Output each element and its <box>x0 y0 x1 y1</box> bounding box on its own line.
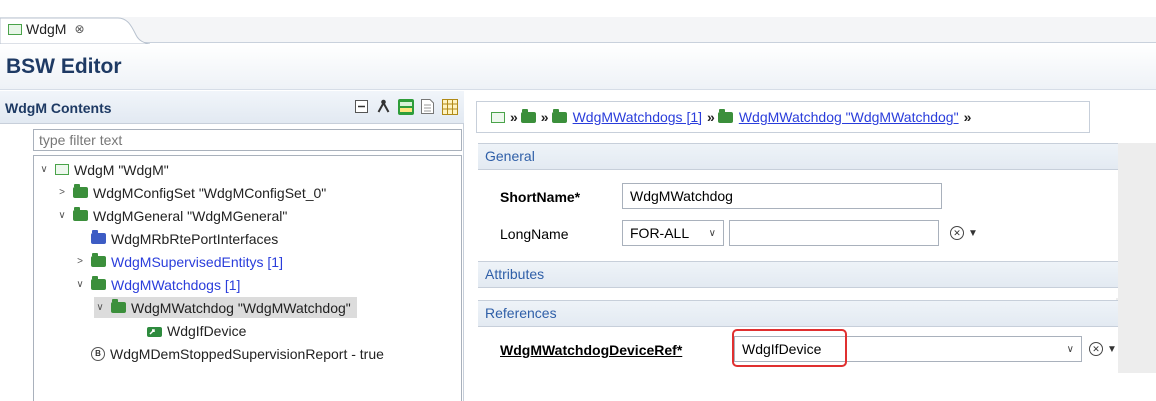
folder-icon <box>91 253 106 267</box>
breadcrumb-separator: » <box>540 109 549 125</box>
expand-icon[interactable]: ∨ <box>94 302 106 313</box>
folder-icon <box>551 108 567 123</box>
dropdown-arrow-icon[interactable]: ▼ <box>968 228 978 239</box>
reference-icon <box>147 326 162 337</box>
tree-item-wdgm[interactable]: ∨ WdgM "WdgM" <box>38 159 169 180</box>
general-section: General ShortName* WdgMWatchdog LongName… <box>478 143 1118 261</box>
dropdown-arrow-icon[interactable]: ▼ <box>1107 344 1117 355</box>
module-icon[interactable] <box>491 111 505 123</box>
references-section-header[interactable]: References <box>478 301 1118 327</box>
tree-item-label: WdgMWatchdog "WdgMWatchdog" <box>131 299 351 316</box>
longname-language-value: FOR-ALL <box>630 225 690 241</box>
fit-width-icon[interactable] <box>441 98 458 115</box>
shortname-label: ShortName* <box>500 189 581 205</box>
breadcrumb-separator: » <box>510 109 518 125</box>
expand-icon[interactable]: > <box>74 256 86 267</box>
reset-icon[interactable]: ✕ <box>950 226 964 240</box>
longname-reset-control[interactable]: ✕ ▼ <box>950 226 978 240</box>
tree-item-label: WdgIfDevice <box>167 322 247 339</box>
expand-icon[interactable]: ∨ <box>74 279 86 290</box>
expand-icon[interactable]: ∨ <box>56 210 68 221</box>
expand-icon[interactable]: > <box>56 187 68 198</box>
longname-field[interactable] <box>729 220 939 246</box>
tree-item-label: WdgMDemStoppedSupervisionReport - true <box>110 345 384 362</box>
contents-header: WdgM Contents <box>0 91 464 124</box>
tree-item-label: WdgMWatchdogs [1] <box>111 276 241 293</box>
tree-item-label: WdgM "WdgM" <box>74 161 169 178</box>
tree-item-wdgifdevice[interactable]: WdgIfDevice <box>147 320 246 341</box>
editor-title: BSW Editor <box>6 55 122 78</box>
tree-item-label: WdgMSupervisedEntitys [1] <box>111 253 283 270</box>
contents-title: WdgM Contents <box>5 100 112 116</box>
chevron-down-icon: ∨ <box>708 227 716 239</box>
breadcrumb-link-watchdogs[interactable]: WdgMWatchdogs [1] <box>573 109 702 125</box>
contents-panel: WdgM Contents ∨ WdgM "WdgM" <box>0 91 464 401</box>
module-icon <box>8 23 22 35</box>
breadcrumb-separator: » <box>707 109 715 125</box>
deviceref-reset-control[interactable]: ✕ ▼ <box>1089 342 1117 356</box>
tree-item-label: WdgMRbRtePortInterfaces <box>111 230 279 247</box>
breadcrumb-link-watchdog[interactable]: WdgMWatchdog "WdgMWatchdog" <box>739 109 959 125</box>
attributes-section-header[interactable]: Attributes <box>478 262 1118 288</box>
folder-icon <box>717 108 733 123</box>
deviceref-label[interactable]: WdgMWatchdogDeviceRef* <box>500 342 682 358</box>
tab-wdgm[interactable]: WdgM ⊗ <box>0 17 150 44</box>
longname-language-select[interactable]: FOR-ALL ∨ <box>622 220 724 246</box>
hierarchy-icon[interactable] <box>375 98 392 115</box>
general-section-body: ShortName* WdgMWatchdog LongName FOR-ALL… <box>478 170 1118 261</box>
attributes-section-body <box>478 288 1118 298</box>
folder-icon <box>73 184 88 198</box>
attributes-section: Attributes <box>478 261 1118 298</box>
filter-input[interactable] <box>33 129 462 151</box>
tree-item-demstoppedreport[interactable]: B WdgMDemStoppedSupervisionReport - true <box>91 343 384 364</box>
parameter-icon: B <box>91 346 105 361</box>
editor-tab-strip: WdgM ⊗ <box>0 17 1156 44</box>
collapse-all-icon[interactable] <box>353 98 370 115</box>
tree-item-watchdog-selected[interactable]: ∨ WdgMWatchdog "WdgMWatchdog" <box>94 297 357 318</box>
tree-item-supervisedentitys[interactable]: > WdgMSupervisedEntitys [1] <box>74 251 283 272</box>
document-icon[interactable] <box>419 98 436 115</box>
tab-content: WdgM ⊗ <box>8 21 85 37</box>
expand-icon[interactable]: ∨ <box>38 164 50 175</box>
module-icon <box>55 164 69 175</box>
contents-tree: ∨ WdgM "WdgM" > WdgMConfigSet "WdgMConfi… <box>33 155 462 401</box>
tree-item-configset[interactable]: > WdgMConfigSet "WdgMConfigSet_0" <box>56 182 326 203</box>
vp-res-icon[interactable] <box>397 98 414 115</box>
contents-toolbar <box>353 98 458 115</box>
chevron-down-icon: ∨ <box>1066 343 1074 355</box>
tree-item-watchdogs[interactable]: ∨ WdgMWatchdogs [1] <box>74 274 240 295</box>
longname-label: LongName <box>500 226 569 242</box>
folder-icon <box>91 276 106 290</box>
folder-icon[interactable] <box>520 108 536 123</box>
tree-item-general[interactable]: ∨ WdgMGeneral "WdgMGeneral" <box>56 205 287 226</box>
tab-label: WdgM <box>26 21 67 37</box>
folder-icon <box>91 230 106 244</box>
folder-icon <box>73 207 88 221</box>
breadcrumb-separator: » <box>963 109 972 125</box>
tree-item-rbrteportinterfaces[interactable]: WdgMRbRtePortInterfaces <box>91 228 278 249</box>
shortname-field[interactable]: WdgMWatchdog <box>622 183 942 209</box>
close-icon[interactable]: ⊗ <box>74 22 84 36</box>
breadcrumb: » » WdgMWatchdogs [1] » WdgMWatchdog "Wd… <box>476 101 1090 133</box>
highlight-box <box>732 329 847 367</box>
tree-item-label: WdgMConfigSet "WdgMConfigSet_0" <box>93 184 327 201</box>
tree-item-label: WdgMGeneral "WdgMGeneral" <box>93 207 288 224</box>
general-section-header[interactable]: General <box>478 144 1118 170</box>
sections-scroll-gutter <box>1116 143 1156 373</box>
editor-title-bar: BSW Editor <box>0 44 1156 90</box>
folder-icon <box>111 299 126 313</box>
reset-icon[interactable]: ✕ <box>1089 342 1103 356</box>
